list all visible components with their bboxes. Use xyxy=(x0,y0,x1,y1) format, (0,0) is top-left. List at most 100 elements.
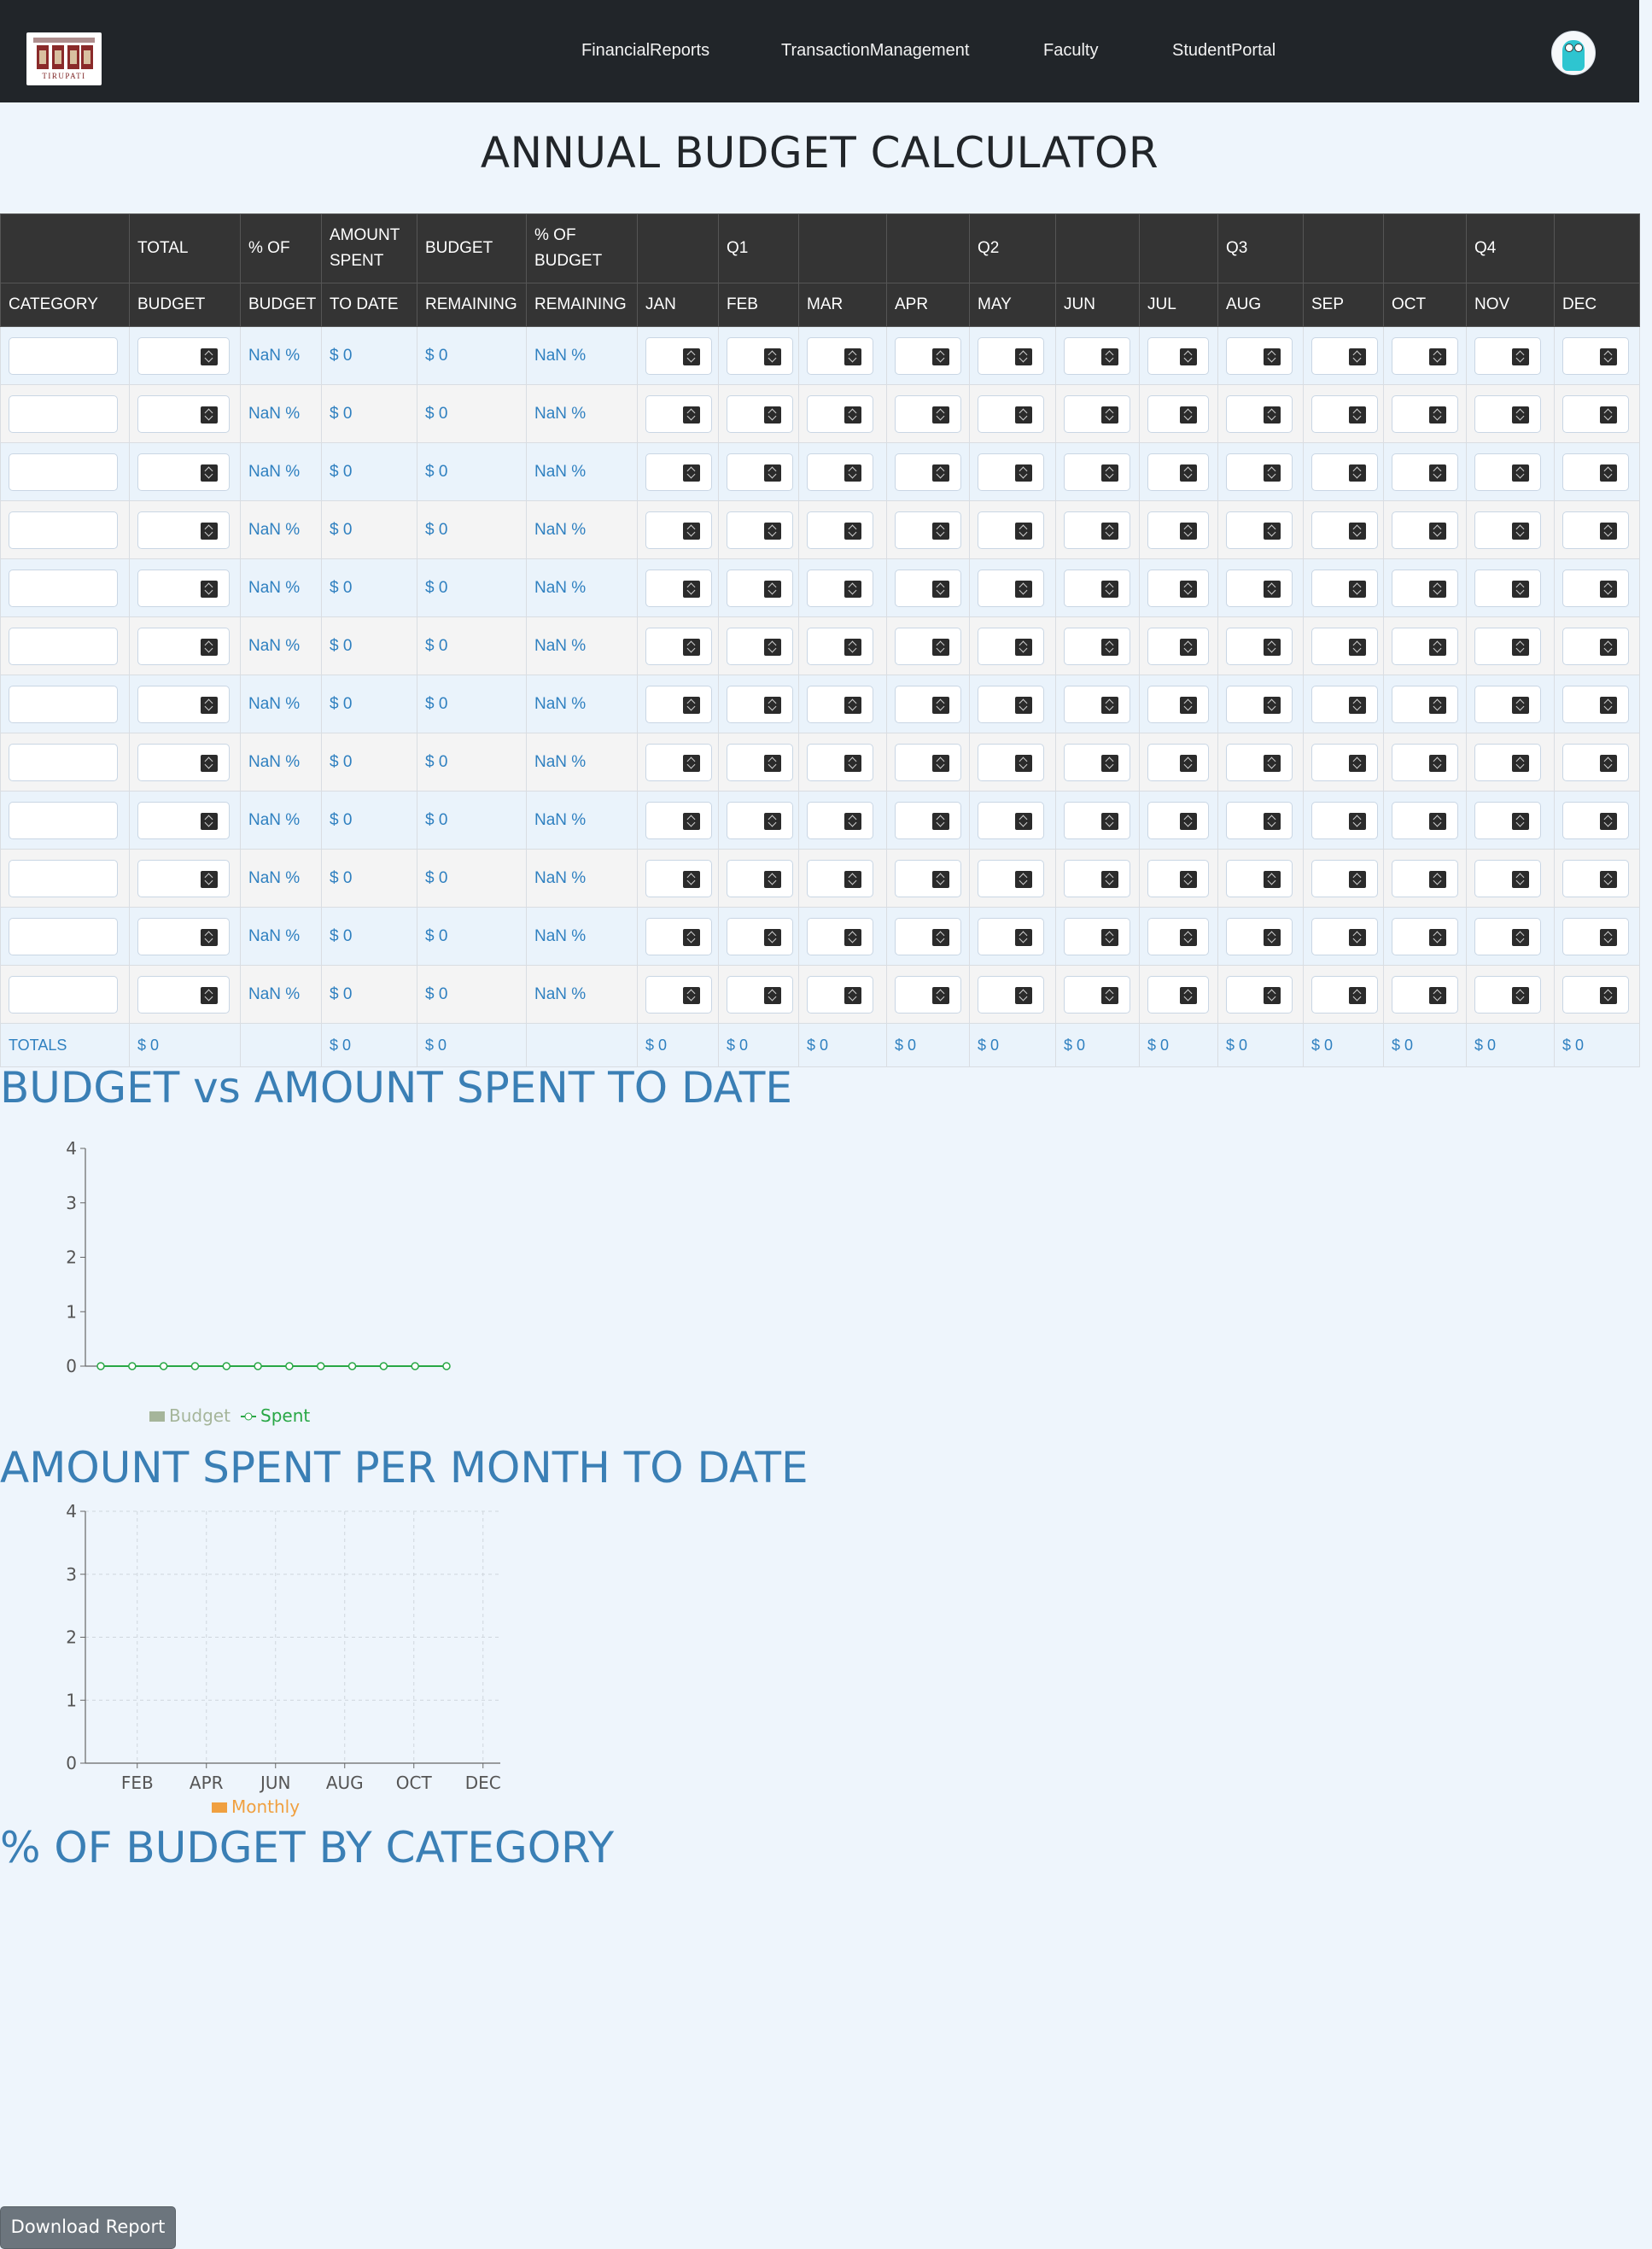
category-input[interactable] xyxy=(9,743,118,781)
spinner-icon[interactable] xyxy=(844,870,861,888)
spinner-icon[interactable] xyxy=(683,406,700,424)
month-input-oct[interactable] xyxy=(1392,685,1458,723)
spinner-icon[interactable] xyxy=(764,638,781,656)
spinner-icon[interactable] xyxy=(844,348,861,365)
month-input-jun[interactable] xyxy=(1064,394,1130,433)
spinner-icon[interactable] xyxy=(1015,754,1032,772)
month-input-aug[interactable] xyxy=(1226,569,1293,607)
spinner-icon[interactable] xyxy=(1429,928,1446,946)
month-input-sep[interactable] xyxy=(1311,917,1378,955)
month-input-aug[interactable] xyxy=(1226,685,1293,723)
month-input-apr[interactable] xyxy=(895,801,961,839)
spinner-icon[interactable] xyxy=(1180,464,1197,482)
spinner-icon[interactable] xyxy=(683,696,700,714)
spinner-icon[interactable] xyxy=(1101,348,1118,365)
spinner-icon[interactable] xyxy=(1264,812,1281,830)
spinner-icon[interactable] xyxy=(1180,522,1197,540)
month-input-oct[interactable] xyxy=(1392,453,1458,491)
month-input-jun[interactable] xyxy=(1064,975,1130,1014)
month-input-nov[interactable] xyxy=(1474,685,1541,723)
spinner-icon[interactable] xyxy=(1512,348,1529,365)
spinner-icon[interactable] xyxy=(1349,464,1366,482)
month-input-jun[interactable] xyxy=(1064,743,1130,781)
month-input-may[interactable] xyxy=(978,336,1044,375)
month-input-feb[interactable] xyxy=(727,917,793,955)
month-input-may[interactable] xyxy=(978,859,1044,897)
spinner-icon[interactable] xyxy=(201,580,218,598)
spinner-icon[interactable] xyxy=(683,812,700,830)
month-input-sep[interactable] xyxy=(1311,859,1378,897)
month-input-may[interactable] xyxy=(978,917,1044,955)
month-input-aug[interactable] xyxy=(1226,453,1293,491)
spinner-icon[interactable] xyxy=(932,812,949,830)
month-input-sep[interactable] xyxy=(1311,801,1378,839)
month-input-apr[interactable] xyxy=(895,917,961,955)
spinner-icon[interactable] xyxy=(1015,870,1032,888)
month-input-jan[interactable] xyxy=(645,859,712,897)
spinner-icon[interactable] xyxy=(683,464,700,482)
spinner-icon[interactable] xyxy=(1180,986,1197,1004)
spinner-icon[interactable] xyxy=(764,754,781,772)
download-report-button[interactable]: Download Report xyxy=(0,2206,176,2249)
month-input-jun[interactable] xyxy=(1064,511,1130,549)
spinner-icon[interactable] xyxy=(201,986,218,1004)
month-input-apr[interactable] xyxy=(895,743,961,781)
month-input-nov[interactable] xyxy=(1474,917,1541,955)
spinner-icon[interactable] xyxy=(932,406,949,424)
spinner-icon[interactable] xyxy=(932,870,949,888)
category-input[interactable] xyxy=(9,336,118,375)
month-input-aug[interactable] xyxy=(1226,336,1293,375)
month-input-feb[interactable] xyxy=(727,801,793,839)
month-input-mar[interactable] xyxy=(807,336,873,375)
spinner-icon[interactable] xyxy=(1600,928,1617,946)
spinner-icon[interactable] xyxy=(844,928,861,946)
month-input-jan[interactable] xyxy=(645,975,712,1014)
spinner-icon[interactable] xyxy=(1015,348,1032,365)
spinner-icon[interactable] xyxy=(1349,522,1366,540)
month-input-aug[interactable] xyxy=(1226,394,1293,433)
spinner-icon[interactable] xyxy=(1600,754,1617,772)
category-input[interactable] xyxy=(9,394,118,433)
spinner-icon[interactable] xyxy=(1101,522,1118,540)
spinner-icon[interactable] xyxy=(1101,464,1118,482)
total-budget-input[interactable] xyxy=(137,859,230,897)
month-input-may[interactable] xyxy=(978,569,1044,607)
month-input-dec[interactable] xyxy=(1562,511,1629,549)
spinner-icon[interactable] xyxy=(1429,812,1446,830)
month-input-may[interactable] xyxy=(978,394,1044,433)
spinner-icon[interactable] xyxy=(1180,406,1197,424)
spinner-icon[interactable] xyxy=(1101,580,1118,598)
spinner-icon[interactable] xyxy=(1264,348,1281,365)
month-input-feb[interactable] xyxy=(727,569,793,607)
spinner-icon[interactable] xyxy=(764,522,781,540)
spinner-icon[interactable] xyxy=(201,406,218,424)
spinner-icon[interactable] xyxy=(683,580,700,598)
spinner-icon[interactable] xyxy=(1512,928,1529,946)
spinner-icon[interactable] xyxy=(1264,464,1281,482)
spinner-icon[interactable] xyxy=(844,464,861,482)
month-input-feb[interactable] xyxy=(727,511,793,549)
month-input-nov[interactable] xyxy=(1474,336,1541,375)
total-budget-input[interactable] xyxy=(137,569,230,607)
month-input-jul[interactable] xyxy=(1147,511,1209,549)
month-input-mar[interactable] xyxy=(807,394,873,433)
spinner-icon[interactable] xyxy=(764,464,781,482)
spinner-icon[interactable] xyxy=(1349,812,1366,830)
total-budget-input[interactable] xyxy=(137,627,230,665)
spinner-icon[interactable] xyxy=(1101,812,1118,830)
month-input-jun[interactable] xyxy=(1064,801,1130,839)
month-input-aug[interactable] xyxy=(1226,975,1293,1014)
month-input-feb[interactable] xyxy=(727,627,793,665)
spinner-icon[interactable] xyxy=(1429,754,1446,772)
spinner-icon[interactable] xyxy=(683,870,700,888)
month-input-aug[interactable] xyxy=(1226,917,1293,955)
month-input-apr[interactable] xyxy=(895,975,961,1014)
spinner-icon[interactable] xyxy=(1180,754,1197,772)
month-input-nov[interactable] xyxy=(1474,859,1541,897)
spinner-icon[interactable] xyxy=(1429,348,1446,365)
month-input-jul[interactable] xyxy=(1147,627,1209,665)
month-input-sep[interactable] xyxy=(1311,394,1378,433)
spinner-icon[interactable] xyxy=(1264,754,1281,772)
month-input-oct[interactable] xyxy=(1392,975,1458,1014)
month-input-mar[interactable] xyxy=(807,511,873,549)
